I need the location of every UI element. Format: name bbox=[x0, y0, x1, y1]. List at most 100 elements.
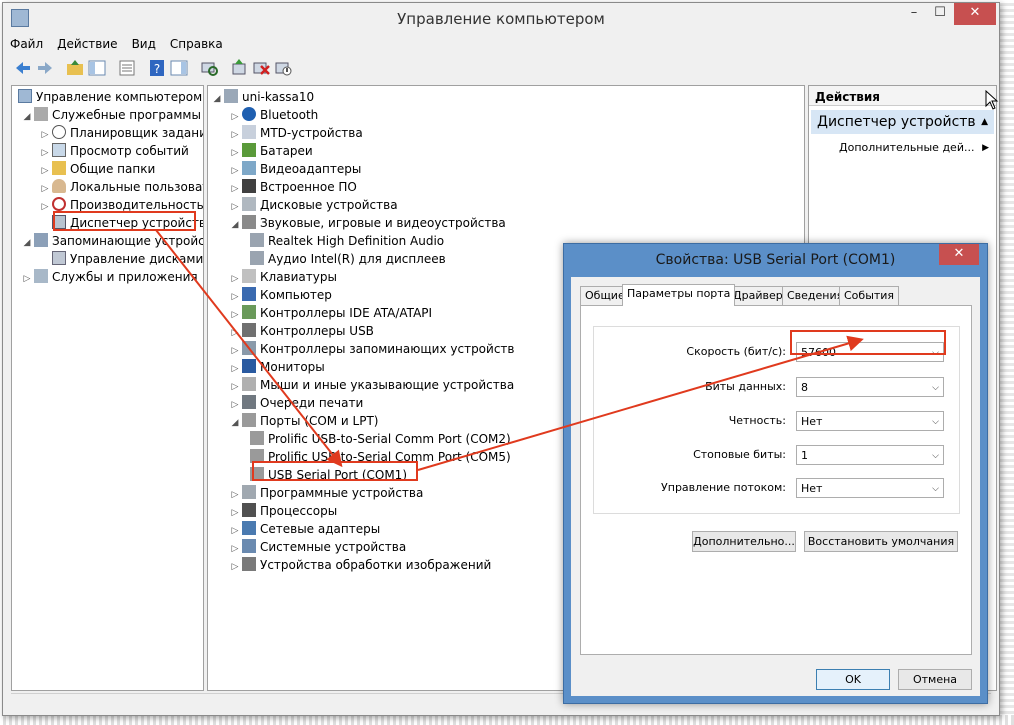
device-category[interactable]: ▷ Bluetooth bbox=[230, 106, 318, 124]
device-category[interactable]: ▷ Дисковые устройства bbox=[230, 196, 398, 214]
highlight-device-manager bbox=[53, 211, 196, 231]
device-category[interactable]: ▷ Программные устройства bbox=[230, 484, 423, 502]
device-category[interactable]: ▷ Сетевые адаптеры bbox=[230, 520, 380, 538]
device-item-label: Компьютер bbox=[260, 288, 332, 302]
tree-item-services[interactable]: ▷ Службы и приложения bbox=[22, 268, 198, 286]
maximize-button[interactable]: ☐ bbox=[929, 3, 951, 25]
data-bits-select[interactable]: 8 ⌵ bbox=[796, 377, 944, 397]
torn-edge-bottom bbox=[0, 715, 1014, 725]
device-category[interactable]: ▷ Видеоадаптеры bbox=[230, 160, 361, 178]
device-category[interactable]: ▷ MTD-устройства bbox=[230, 124, 363, 142]
menu-file[interactable]: Файл bbox=[3, 35, 50, 53]
collapse-icon[interactable]: ◢ bbox=[230, 414, 240, 432]
tree-item-task-scheduler[interactable]: ▷ Планировщик заданий bbox=[40, 124, 203, 142]
scan-hardware-icon[interactable] bbox=[199, 58, 219, 78]
device-category[interactable]: ▷ Встроенное ПО bbox=[230, 178, 357, 196]
action-pane-icon[interactable] bbox=[169, 58, 189, 78]
menu-action[interactable]: Действие bbox=[50, 35, 124, 53]
flow-control-select[interactable]: Нет ⌵ bbox=[796, 478, 944, 498]
actions-section[interactable]: Диспетчер устройств ▲ bbox=[811, 110, 994, 134]
collapse-icon[interactable]: ◢ bbox=[22, 108, 32, 126]
uninstall-device-icon[interactable] bbox=[251, 58, 271, 78]
show-hide-tree-icon[interactable] bbox=[87, 58, 107, 78]
tree-root[interactable]: Управление компьютером (л bbox=[16, 88, 203, 106]
update-driver-icon[interactable] bbox=[229, 58, 249, 78]
close-button[interactable]: ✕ bbox=[954, 3, 996, 25]
tree-item-event-viewer[interactable]: ▷ Просмотр событий bbox=[40, 142, 189, 160]
more-actions-label: Дополнительные дей... bbox=[839, 141, 975, 154]
collapse-icon[interactable]: ◢ bbox=[22, 234, 32, 252]
collapse-up-icon[interactable]: ▲ bbox=[981, 110, 988, 134]
advanced-button[interactable]: Дополнительно... bbox=[692, 531, 796, 552]
stop-bits-select[interactable]: 1 ⌵ bbox=[796, 445, 944, 465]
device-item[interactable]: Prolific USB-to-Serial Comm Port (COM2) bbox=[248, 430, 511, 448]
parity-label: Четность: bbox=[728, 414, 786, 427]
restore-defaults-button[interactable]: Восстановить умолчания bbox=[804, 531, 958, 552]
collapse-icon[interactable]: ◢ bbox=[212, 90, 222, 108]
device-category[interactable]: ▷ Процессоры bbox=[230, 502, 337, 520]
parity-select[interactable]: Нет ⌵ bbox=[796, 411, 944, 431]
up-folder-icon[interactable] bbox=[65, 58, 85, 78]
tab-events[interactable]: События bbox=[839, 286, 900, 305]
ok-button[interactable]: OK bbox=[816, 669, 890, 690]
tree-item-shared-folders[interactable]: ▷ Общие папки bbox=[40, 160, 155, 178]
device-item[interactable]: Аудио Intel(R) для дисплеев bbox=[248, 250, 446, 268]
actions-section-label: Диспетчер устройств bbox=[817, 114, 976, 130]
device-item-label: Системные устройства bbox=[260, 540, 407, 554]
device-category[interactable]: ▷ Контроллеры IDE ATA/ATAPI bbox=[230, 304, 432, 322]
tree-item-local-users[interactable]: ▷ Локальные пользовате bbox=[40, 178, 203, 196]
tree-item-label: Общие папки bbox=[70, 162, 156, 176]
device-item[interactable]: Realtek High Definition Audio bbox=[248, 232, 444, 250]
device-category[interactable]: ▷ Мониторы bbox=[230, 358, 325, 376]
help-icon[interactable]: ? bbox=[147, 58, 167, 78]
chevron-down-icon: ⌵ bbox=[932, 417, 939, 427]
tree-item-disk-management[interactable]: Управление дисками bbox=[50, 250, 203, 268]
forward-arrow-icon[interactable] bbox=[35, 58, 55, 78]
expand-icon[interactable]: ▷ bbox=[230, 558, 240, 576]
cancel-button[interactable]: Отмена bbox=[898, 669, 972, 690]
disable-device-icon[interactable] bbox=[273, 58, 293, 78]
properties-view-icon[interactable] bbox=[117, 58, 137, 78]
more-actions-item[interactable]: Дополнительные дей... ▶ bbox=[839, 138, 989, 158]
device-category[interactable]: ▷ Мыши и иные указывающие устройства bbox=[230, 376, 514, 394]
device-category[interactable]: ▷ Контроллеры USB bbox=[230, 322, 374, 340]
back-arrow-icon[interactable] bbox=[13, 58, 33, 78]
device-category[interactable]: ▷ Устройства обработки изображений bbox=[230, 556, 491, 574]
minimize-button[interactable]: – bbox=[903, 3, 925, 25]
title-bar: Управление компьютером – ☐ ✕ bbox=[3, 3, 999, 33]
device-category[interactable]: ▷ Системные устройства bbox=[230, 538, 406, 556]
menu-help[interactable]: Справка bbox=[163, 35, 230, 53]
port-icon bbox=[242, 413, 256, 427]
device-category[interactable]: ▷ Батареи bbox=[230, 142, 313, 160]
device-category[interactable]: ◢ Порты (COM и LPT) bbox=[230, 412, 378, 430]
device-category[interactable]: ▷ Очереди печати bbox=[230, 394, 363, 412]
mouse-icon bbox=[242, 377, 256, 391]
tab-port-settings[interactable]: Параметры порта bbox=[622, 284, 736, 306]
expand-icon[interactable]: ▷ bbox=[40, 198, 50, 216]
imaging-device-icon bbox=[242, 557, 256, 571]
menu-view[interactable]: Вид bbox=[125, 35, 163, 53]
chevron-down-icon: ⌵ bbox=[932, 484, 939, 494]
device-item-label: Батареи bbox=[260, 144, 313, 158]
device-tree-root[interactable]: ◢ uni-kassa10 bbox=[212, 88, 314, 106]
tools-icon bbox=[34, 107, 48, 121]
collapse-icon[interactable]: ◢ bbox=[230, 216, 240, 234]
tree-item-storage[interactable]: ◢ Запоминающие устройст bbox=[22, 232, 204, 252]
users-icon bbox=[52, 179, 66, 193]
tree-item-label: Запоминающие устройст bbox=[52, 234, 204, 248]
tree-item-system-tools[interactable]: ◢ Служебные программы bbox=[22, 106, 201, 124]
torn-edge-right bbox=[1000, 0, 1014, 725]
device-category[interactable]: ▷ Контроллеры запоминающих устройств bbox=[230, 340, 514, 358]
expand-icon[interactable]: ▷ bbox=[22, 270, 32, 288]
highlight-usb-serial-port bbox=[252, 461, 418, 481]
device-category[interactable]: ▷ Компьютер bbox=[230, 286, 332, 304]
flow-control-label: Управление потоком: bbox=[661, 481, 786, 494]
computer-icon bbox=[224, 89, 238, 103]
dialog-close-button[interactable]: ✕ bbox=[939, 244, 979, 265]
storage-icon bbox=[34, 233, 48, 247]
tab-driver[interactable]: Драйвер bbox=[728, 286, 788, 305]
svg-text:?: ? bbox=[154, 62, 160, 76]
device-category[interactable]: ▷ Клавиатуры bbox=[230, 268, 337, 286]
device-category[interactable]: ◢ Звуковые, игровые и видеоустройства bbox=[230, 214, 506, 232]
data-bits-value: 8 bbox=[801, 381, 808, 394]
